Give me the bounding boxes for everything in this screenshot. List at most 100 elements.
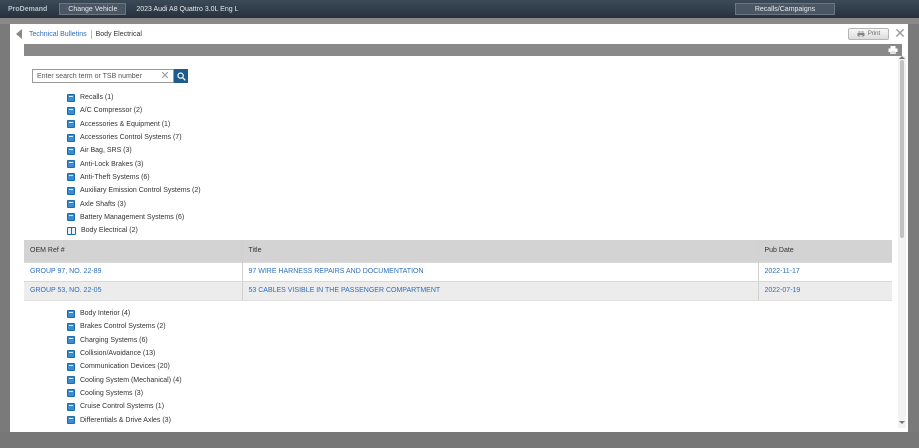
pub-date-link[interactable]: 2022-07-19 (757, 281, 892, 301)
book-icon (67, 376, 75, 385)
change-vehicle-button[interactable]: Change Vehicle (59, 3, 127, 15)
category-item[interactable]: A/C Compressor (2) (67, 104, 267, 117)
category-item[interactable]: Accessories Control Systems (7) (67, 131, 267, 144)
title-link[interactable]: 97 WIRE HARNESS REPAIRS AND DOCUMENTATIO… (241, 261, 758, 282)
back-arrow-icon[interactable] (16, 29, 22, 39)
category-item[interactable]: Anti-Lock Brakes (3) (67, 157, 267, 170)
close-icon[interactable]: ✕ (893, 26, 907, 40)
search-box: ✕ (32, 69, 188, 83)
category-item[interactable]: Communication Devices (20) (67, 360, 267, 373)
book-icon (67, 349, 75, 358)
category-label: Charging Systems (6) (80, 336, 148, 344)
recalls-campaigns-button[interactable]: Recalls/Campaigns (735, 3, 835, 15)
open-book-icon (67, 226, 76, 235)
book-icon (67, 416, 75, 425)
bulletin-table: OEM Ref # Title Pub Date GROUP 97, NO. 2… (24, 240, 892, 301)
breadcrumb-separator (90, 29, 92, 39)
category-item[interactable]: Brakes Control Systems (2) (67, 320, 267, 333)
footer-background (0, 432, 919, 448)
book-icon (67, 200, 75, 209)
oem-ref-link[interactable]: GROUP 97, NO. 22-89 (24, 261, 242, 282)
category-label: Cooling Systems (3) (80, 389, 144, 397)
breadcrumb-technical-bulletins[interactable]: Technical Bulletins (29, 31, 87, 38)
scrollbar-thumb[interactable] (900, 60, 904, 238)
table-row[interactable]: GROUP 53, NO. 22-05 53 CABLES VISIBLE IN… (24, 281, 892, 301)
category-label: Collision/Avoidance (13) (80, 350, 156, 358)
book-icon (67, 133, 75, 142)
breadcrumb: Technical Bulletins Body Electrical (29, 29, 142, 39)
category-label: Recalls (1) (80, 94, 114, 102)
column-header-oem-ref[interactable]: OEM Ref # (24, 240, 242, 262)
book-icon (67, 93, 75, 102)
book-icon (67, 146, 75, 155)
book-icon (67, 389, 75, 398)
category-label: Anti-Theft Systems (6) (80, 173, 150, 181)
category-item[interactable]: Cooling Systems (3) (67, 387, 267, 400)
vehicle-title: 2023 Audi A8 Quattro 3.0L Eng L (136, 5, 239, 13)
pub-date-link[interactable]: 2022-11-17 (757, 261, 892, 282)
book-icon (67, 173, 75, 182)
category-item[interactable]: Charging Systems (6) (67, 334, 267, 347)
book-icon (67, 402, 75, 411)
category-label: Communication Devices (20) (80, 363, 170, 371)
book-icon (67, 120, 75, 129)
category-item[interactable]: Differentials & Drive Axles (3) (67, 413, 267, 426)
category-list-top: Recalls (1) A/C Compressor (2) Accessori… (67, 91, 267, 237)
scroll-up-arrow-icon[interactable] (899, 56, 905, 59)
book-icon (67, 336, 75, 345)
table-header-row: OEM Ref # Title Pub Date (24, 240, 892, 262)
printer-icon[interactable] (888, 46, 898, 54)
category-item[interactable]: Collision/Avoidance (13) (67, 347, 267, 360)
column-header-title[interactable]: Title (241, 240, 758, 262)
category-item-body-electrical[interactable]: Body Electrical (2) (67, 224, 267, 237)
book-icon (67, 106, 75, 115)
category-item[interactable]: Axle Shafts (3) (67, 197, 267, 210)
category-label: Accessories & Equipment (1) (80, 120, 171, 128)
category-label: Brakes Control Systems (2) (80, 323, 166, 331)
category-item[interactable]: Body Interior (4) (67, 307, 267, 320)
category-label: Auxiliary Emission Control Systems (2) (80, 187, 201, 195)
print-button[interactable]: Print (848, 28, 889, 40)
search-input[interactable] (32, 69, 174, 83)
book-icon (67, 186, 75, 195)
breadcrumb-current: Body Electrical (95, 30, 142, 38)
book-icon (67, 213, 75, 222)
print-label: Print (867, 31, 881, 37)
category-item[interactable]: Accessories & Equipment (1) (67, 118, 267, 131)
content-toolbar (24, 44, 902, 56)
category-item[interactable]: Anti-Theft Systems (6) (67, 171, 267, 184)
oem-ref-link[interactable]: GROUP 53, NO. 22-05 (24, 281, 242, 301)
category-item[interactable]: Cooling System (Mechanical) (4) (67, 373, 267, 386)
scroll-down-arrow-icon[interactable] (899, 421, 905, 424)
book-icon (67, 362, 75, 371)
category-label: Battery Management Systems (6) (80, 213, 185, 221)
category-label: Differentials & Drive Axles (3) (80, 416, 171, 424)
category-item[interactable]: Air Bag, SRS (3) (67, 144, 267, 157)
book-icon (67, 309, 75, 318)
category-item[interactable]: Cruise Control Systems (1) (67, 400, 267, 413)
category-item[interactable]: Recalls (1) (67, 91, 267, 104)
category-label: Body Electrical (2) (81, 227, 138, 235)
category-item[interactable]: Auxiliary Emission Control Systems (2) (67, 184, 267, 197)
title-link[interactable]: 53 CABLES VISIBLE IN THE PASSENGER COMPA… (241, 281, 758, 301)
vertical-scrollbar[interactable] (898, 56, 906, 428)
clear-search-icon[interactable]: ✕ (159, 70, 171, 82)
category-label: Cruise Control Systems (1) (80, 403, 165, 411)
category-label: Cooling System (Mechanical) (4) (80, 376, 182, 384)
app-logo[interactable]: ProDemand (0, 6, 53, 13)
search-icon (176, 71, 186, 81)
column-header-pub-date[interactable]: Pub Date (757, 240, 892, 262)
category-list-bottom: Body Interior (4) Brakes Control Systems… (67, 307, 267, 427)
book-icon (67, 160, 75, 169)
category-label: Axle Shafts (3) (80, 200, 126, 208)
category-label: A/C Compressor (2) (80, 107, 143, 115)
category-label: Body Interior (4) (80, 310, 131, 318)
search-button[interactable] (174, 69, 188, 83)
category-label: Anti-Lock Brakes (3) (80, 160, 144, 168)
app-header: ProDemand Change Vehicle 2023 Audi A8 Qu… (0, 0, 919, 18)
table-row[interactable]: GROUP 97, NO. 22-89 97 WIRE HARNESS REPA… (24, 261, 892, 282)
category-label: Air Bag, SRS (3) (80, 147, 132, 155)
book-icon (67, 322, 75, 331)
category-item[interactable]: Battery Management Systems (6) (67, 211, 267, 224)
bulletins-modal: Technical Bulletins Body Electrical Prin… (10, 24, 908, 432)
